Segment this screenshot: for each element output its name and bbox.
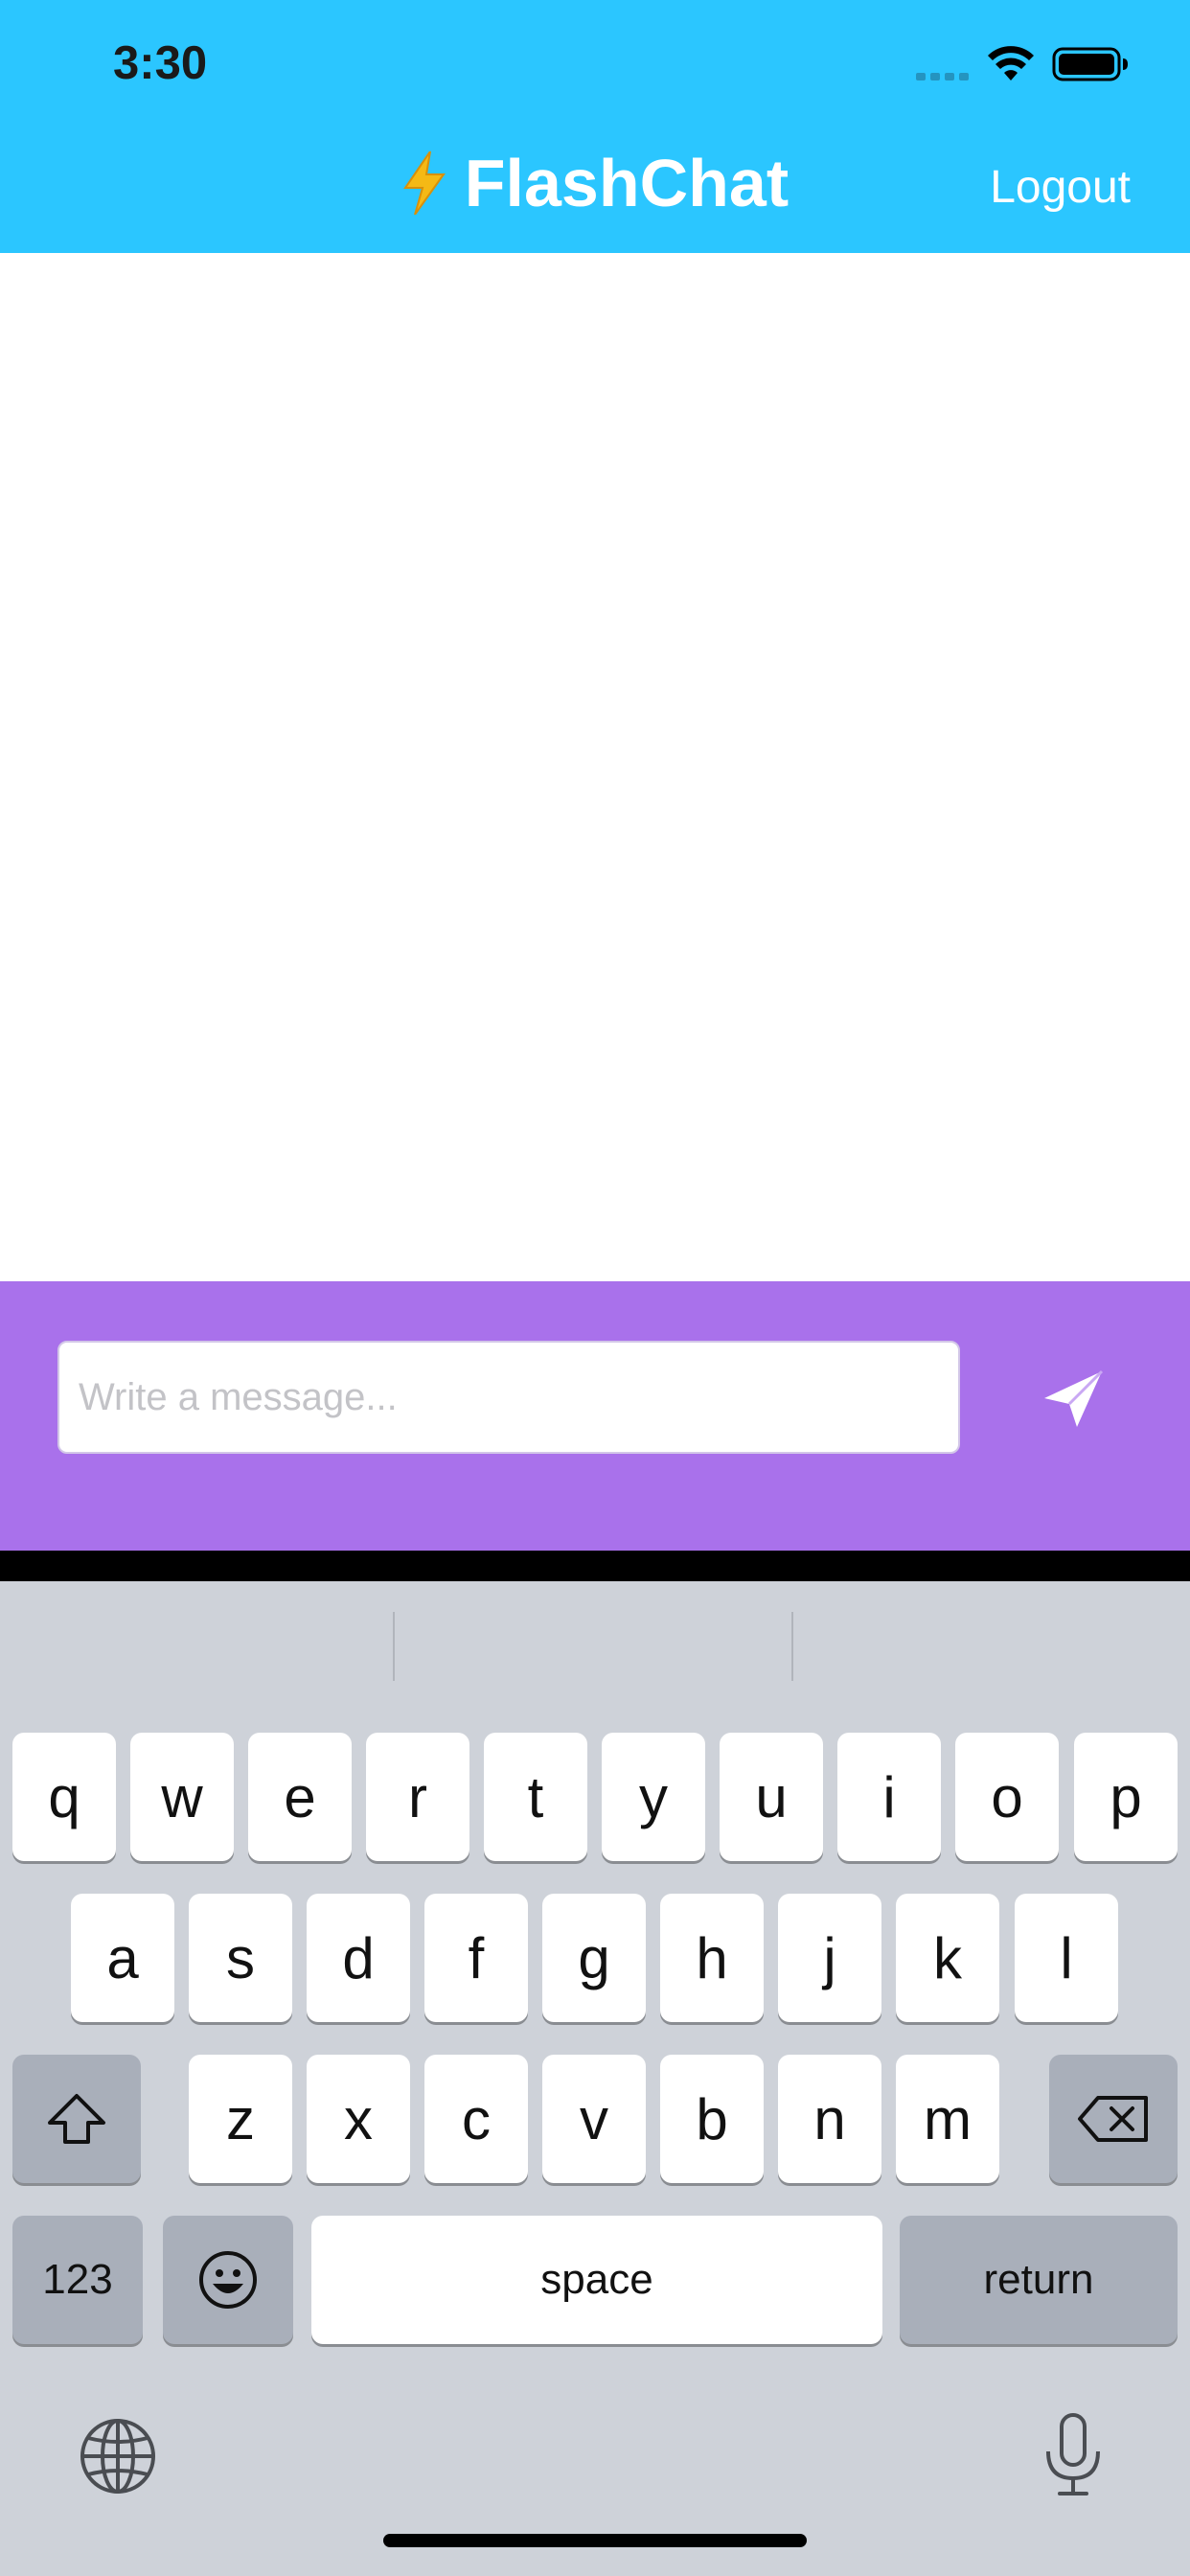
home-indicator[interactable] (383, 2534, 807, 2547)
key-d[interactable]: d (307, 1894, 410, 2022)
keyboard: q w e r t y u i o p a s d f g h j k l z … (0, 1581, 1190, 2576)
key-w[interactable]: w (130, 1733, 234, 1861)
key-t[interactable]: t (484, 1733, 587, 1861)
key-g[interactable]: g (542, 1894, 646, 2022)
delete-key[interactable] (1049, 2055, 1178, 2183)
keyboard-separator (0, 1551, 1190, 1581)
lightning-bolt-icon (402, 151, 446, 215)
message-input[interactable] (57, 1341, 960, 1454)
battery-icon (1052, 47, 1128, 81)
key-j[interactable]: j (778, 1894, 881, 2022)
app-title-text: FlashChat (464, 146, 790, 220)
globe-icon[interactable] (79, 2417, 157, 2496)
key-p[interactable]: p (1074, 1733, 1178, 1861)
key-e[interactable]: e (248, 1733, 352, 1861)
key-k[interactable]: k (896, 1894, 999, 2022)
logout-button[interactable]: Logout (990, 161, 1131, 214)
key-b[interactable]: b (660, 2055, 764, 2183)
key-x[interactable]: x (307, 2055, 410, 2183)
suggestion-divider (393, 1612, 395, 1681)
suggestion-divider (791, 1612, 793, 1681)
key-q[interactable]: q (12, 1733, 116, 1861)
microphone-icon[interactable] (1042, 2411, 1104, 2499)
key-r[interactable]: r (366, 1733, 469, 1861)
key-m[interactable]: m (896, 2055, 999, 2183)
wifi-icon (988, 46, 1034, 80)
nav-bar: 3:30 FlashChat Logout (0, 0, 1190, 253)
space-key[interactable]: space (311, 2216, 882, 2344)
shift-key[interactable] (12, 2055, 141, 2183)
key-v[interactable]: v (542, 2055, 646, 2183)
key-u[interactable]: u (720, 1733, 823, 1861)
key-o[interactable]: o (955, 1733, 1059, 1861)
key-y[interactable]: y (602, 1733, 705, 1861)
numbers-key[interactable]: 123 (12, 2216, 143, 2344)
return-key[interactable]: return (900, 2216, 1178, 2344)
message-list (0, 253, 1190, 1281)
cellular-signal-icon (916, 73, 970, 80)
shift-icon (48, 2094, 105, 2144)
send-icon (1044, 1369, 1104, 1427)
key-s[interactable]: s (189, 1894, 292, 2022)
key-l[interactable]: l (1015, 1894, 1118, 2022)
key-c[interactable]: c (424, 2055, 528, 2183)
send-button[interactable] (1042, 1369, 1106, 1429)
key-f[interactable]: f (424, 1894, 528, 2022)
status-time: 3:30 (113, 37, 208, 89)
key-n[interactable]: n (778, 2055, 881, 2183)
emoji-key[interactable] (163, 2216, 293, 2344)
key-h[interactable]: h (660, 1894, 764, 2022)
key-a[interactable]: a (71, 1894, 174, 2022)
delete-icon (1078, 2096, 1148, 2142)
key-i[interactable]: i (837, 1733, 941, 1861)
key-z[interactable]: z (189, 2055, 292, 2183)
emoji-icon (199, 2251, 257, 2309)
message-composer (0, 1281, 1190, 1551)
